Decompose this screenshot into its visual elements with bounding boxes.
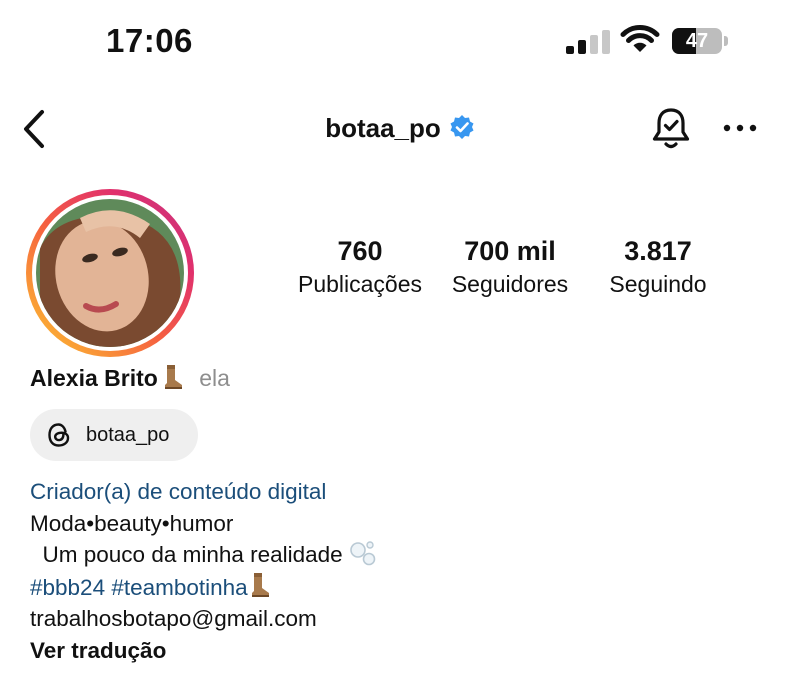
status-time: 17:06 [106, 22, 193, 59]
bio-line-2: Um pouco da minha realidade [42, 542, 343, 567]
bio-email[interactable]: trabalhosbotapo@gmail.com [30, 603, 770, 635]
avatar[interactable] [20, 188, 200, 358]
bio-line-2-row: Um pouco da minha realidade [30, 539, 770, 571]
threads-link-button[interactable]: botaa_po [30, 409, 198, 461]
stat-following[interactable]: 3.817 Seguindo [588, 236, 728, 298]
boot-emoji-icon [251, 572, 269, 597]
boot-emoji-icon [164, 365, 182, 389]
threads-logo-icon [48, 423, 70, 447]
wifi-icon [620, 24, 660, 52]
posts-count: 760 [337, 236, 383, 266]
hashtags-row: #bbb24 #teambotinha [30, 571, 770, 604]
see-translation-link[interactable]: Ver tradução [30, 635, 770, 667]
profile-bio: Criador(a) de conteúdo digital Moda•beau… [30, 476, 770, 666]
stat-posts[interactable]: 760 Publicações [290, 236, 430, 298]
threads-handle: botaa_po [86, 423, 170, 446]
battery-indicator: 47 [672, 28, 730, 54]
battery-level-text: 47 [685, 30, 709, 52]
profile-name: Alexia Brito [30, 365, 158, 391]
following-label: Seguindo [609, 271, 707, 297]
followers-label: Seguidores [451, 271, 569, 297]
category-label: Criador(a) de conteúdo digital [30, 479, 327, 504]
verified-badge-icon [450, 115, 474, 139]
stat-followers[interactable]: 700 mil Seguidores [440, 236, 580, 298]
header-username: botaa_po [325, 113, 441, 143]
bio-hashtags[interactable]: #bbb24 #teambotinha [30, 575, 248, 600]
followers-count: 700 mil [464, 236, 556, 266]
profile-pronouns: ela [199, 365, 230, 391]
bubbles-emoji-icon [350, 541, 376, 566]
bio-line-1: Moda•beauty•humor [30, 510, 234, 536]
profile-name-line: Alexia Brito ela [30, 364, 230, 392]
more-options-icon[interactable] [722, 118, 758, 138]
following-count: 3.817 [624, 236, 692, 266]
cellular-signal-icon [566, 30, 610, 54]
notification-bell-icon[interactable] [650, 106, 692, 152]
posts-label: Publicações [297, 271, 423, 297]
